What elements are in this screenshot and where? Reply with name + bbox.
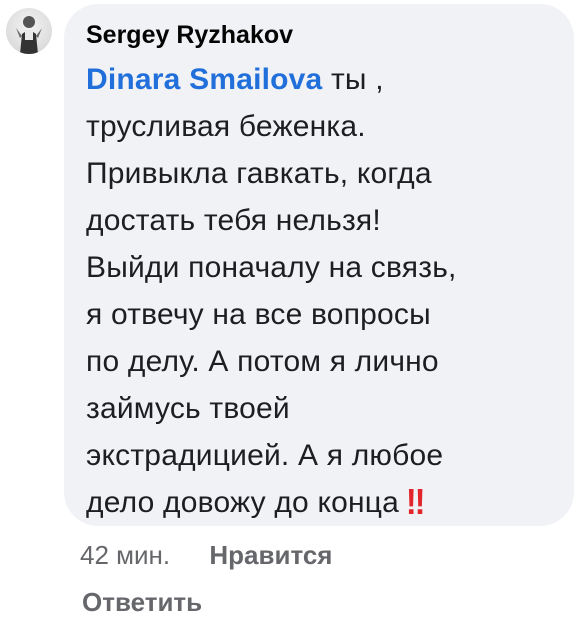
comment-actions: 42 мин. Нравится bbox=[80, 538, 332, 572]
comment-line: достать тебя нельзя! bbox=[86, 204, 381, 237]
comment-bubble: Sergey Ryzhakov Dinara Smailova ты , тру… bbox=[64, 4, 574, 526]
comment-line-1: Dinara Smailova ты , bbox=[86, 56, 554, 103]
comment-text-fragment: дело довожу до конца bbox=[86, 486, 400, 519]
comment-line: экстрадицией. А я любое bbox=[86, 439, 444, 472]
comment-author-name[interactable]: Sergey Ryzhakov bbox=[86, 20, 554, 50]
avatar[interactable] bbox=[6, 8, 52, 54]
double-exclamation-icon: ‼ bbox=[405, 481, 426, 522]
comment-line: трусливая беженка. bbox=[86, 110, 366, 143]
comment-line-last: дело довожу до конца ‼ bbox=[86, 479, 554, 526]
comment-line: я отвечу на все вопросы bbox=[86, 298, 431, 331]
like-button[interactable]: Нравится bbox=[209, 540, 332, 570]
reply-button[interactable]: Ответить bbox=[82, 585, 202, 619]
comment-body: Dinara Smailova ты , трусливая беженка. … bbox=[86, 56, 554, 526]
comment-timestamp[interactable]: 42 мин. bbox=[80, 540, 170, 570]
comment-line: Привыкла гавкать, когда bbox=[86, 157, 432, 190]
mention-link[interactable]: Dinara Smailova bbox=[86, 63, 322, 96]
comment-line: займусь твоей bbox=[86, 392, 290, 425]
comment-line: Выйди поначалу на связь, bbox=[86, 251, 457, 284]
person-silhouette-icon bbox=[16, 16, 42, 54]
comment-line: по делу. А потом я лично bbox=[86, 345, 439, 378]
comment-text-fragment: ты , bbox=[322, 63, 384, 96]
